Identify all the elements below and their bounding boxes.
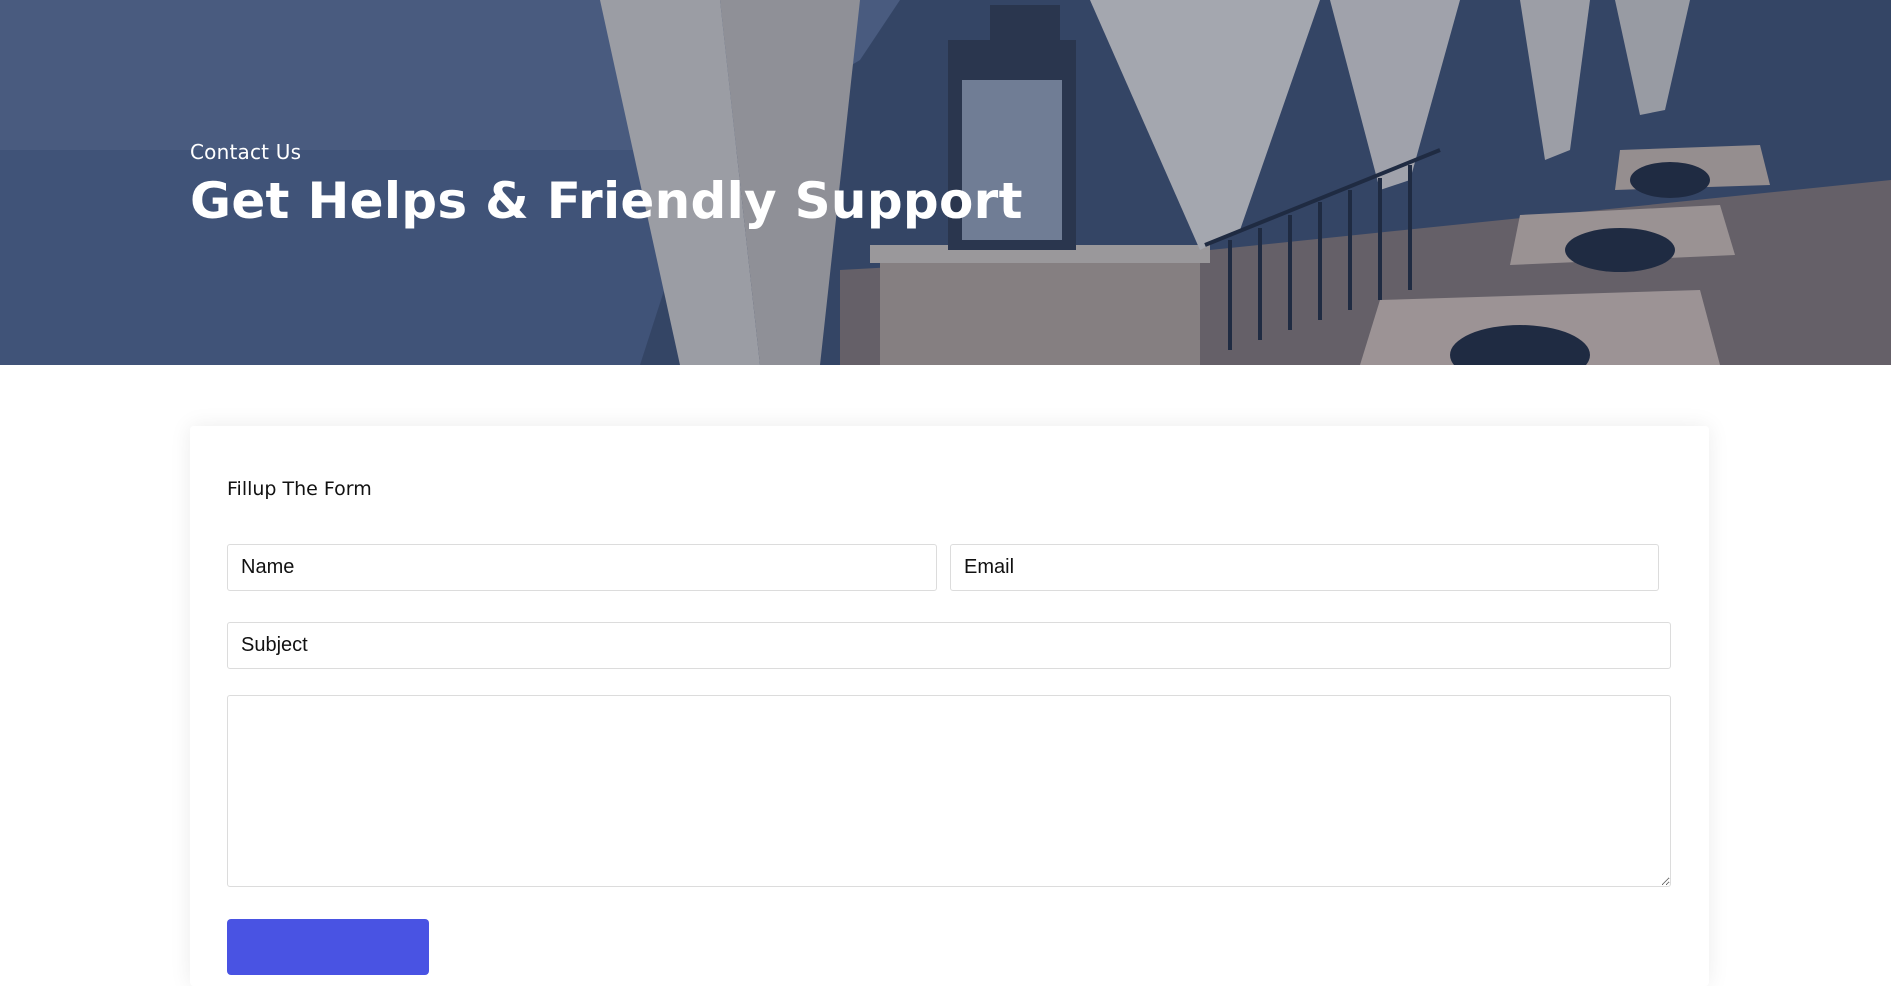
name-input[interactable] xyxy=(227,544,937,591)
subject-input[interactable] xyxy=(227,622,1671,669)
submit-button[interactable] xyxy=(227,919,429,975)
contact-form-card: Fillup The Form xyxy=(190,426,1709,986)
message-textarea[interactable] xyxy=(227,695,1671,887)
hero-eyebrow: Contact Us xyxy=(190,140,302,164)
page-title: Get Helps & Friendly Support xyxy=(190,172,1023,230)
hero-text: Contact Us Get Helps & Friendly Support xyxy=(190,140,1023,229)
hero-banner: Contact Us Get Helps & Friendly Support xyxy=(0,0,1891,365)
email-input[interactable] xyxy=(950,544,1659,591)
form-title: Fillup The Form xyxy=(227,478,372,500)
